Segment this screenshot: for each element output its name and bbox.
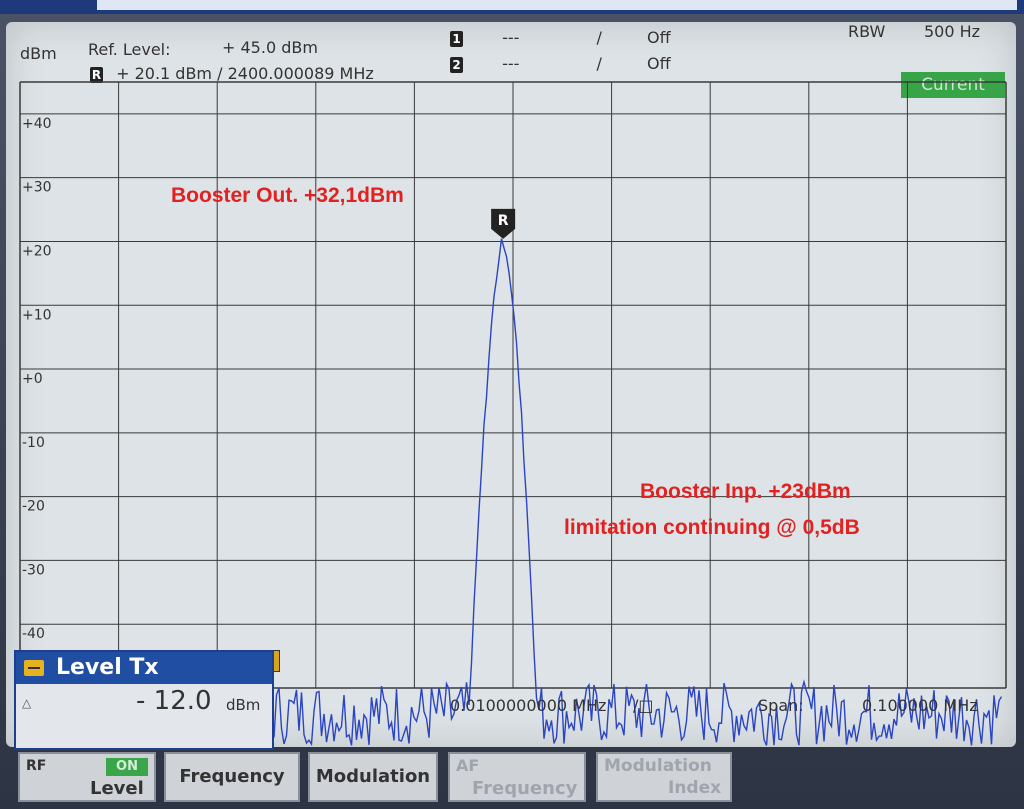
y-tick-labels: +40+30+20+10+0-10-20-30-40-50: [22, 116, 52, 706]
level-tx-value[interactable]: - 12.0: [136, 686, 212, 716]
y-tick-label: +30: [22, 180, 52, 196]
y-tick-label: +0: [22, 371, 43, 387]
level-tx-titlebar: Level Tx: [16, 652, 272, 684]
minimize-icon[interactable]: [24, 660, 44, 676]
y-tick-label: +40: [22, 116, 52, 132]
af-frequency-label: Frequency: [472, 778, 578, 799]
span-label: Span:: [758, 696, 804, 715]
frequency-softkey[interactable]: Frequency: [164, 752, 300, 802]
instrument-frame: dBm Ref. Level: + 45.0 dBm R + 20.1 dBm …: [0, 0, 1024, 809]
span-value: 0.100000 MHz: [862, 696, 978, 715]
level-label: Level: [90, 778, 144, 799]
annotation-booster-inp: Booster Inp. +23dBm: [640, 480, 851, 503]
modulation-index-label-2: Index: [668, 778, 722, 798]
softkey-bar: RF ON Level Frequency Modulation AF Freq…: [18, 752, 1018, 808]
delta-icon: △: [22, 696, 32, 710]
y-tick-label: +20: [22, 243, 52, 259]
level-tx-input[interactable]: △ - 12.0 dBm: [16, 686, 272, 720]
top-bar-panel: [97, 0, 1017, 10]
af-label: AF: [456, 756, 480, 775]
y-tick-label: -40: [22, 626, 45, 642]
annotation-limitation: limitation continuing @ 0,5dB: [564, 516, 860, 539]
level-tx-title: Level Tx: [56, 655, 159, 680]
analyzer-screen: dBm Ref. Level: + 45.0 dBm R + 20.1 dBm …: [6, 22, 1016, 747]
level-tx-dialog[interactable]: Level Tx △ - 12.0 dBm: [14, 650, 274, 750]
y-tick-label: -10: [22, 435, 45, 451]
annotation-booster-out: Booster Out. +32,1dBm: [171, 184, 404, 207]
ref-marker-label: R: [498, 213, 509, 229]
rf-label: RF: [26, 758, 47, 774]
modulation-index-softkey[interactable]: Modulation Index: [596, 752, 732, 802]
af-frequency-softkey[interactable]: AF Frequency: [448, 752, 586, 802]
y-tick-label: -30: [22, 562, 45, 578]
center-frequency: 0.0100000000 MHz: [450, 696, 607, 715]
grid: [19, 81, 1007, 689]
center-suffix: /□: [633, 696, 654, 715]
y-tick-label: +10: [22, 307, 52, 323]
modulation-softkey[interactable]: Modulation: [308, 752, 438, 802]
rf-level-softkey[interactable]: RF ON Level: [18, 752, 156, 802]
y-tick-label: -20: [22, 499, 45, 515]
rf-on-indicator: ON: [106, 758, 148, 776]
ref-marker: R: [491, 208, 516, 239]
top-bar: [0, 0, 1024, 14]
level-tx-unit: dBm: [226, 696, 261, 714]
modulation-index-label-1: Modulation: [604, 756, 712, 776]
spectrum-chart: +40+30+20+10+0-10-20-30-40-50 R: [19, 81, 1007, 747]
